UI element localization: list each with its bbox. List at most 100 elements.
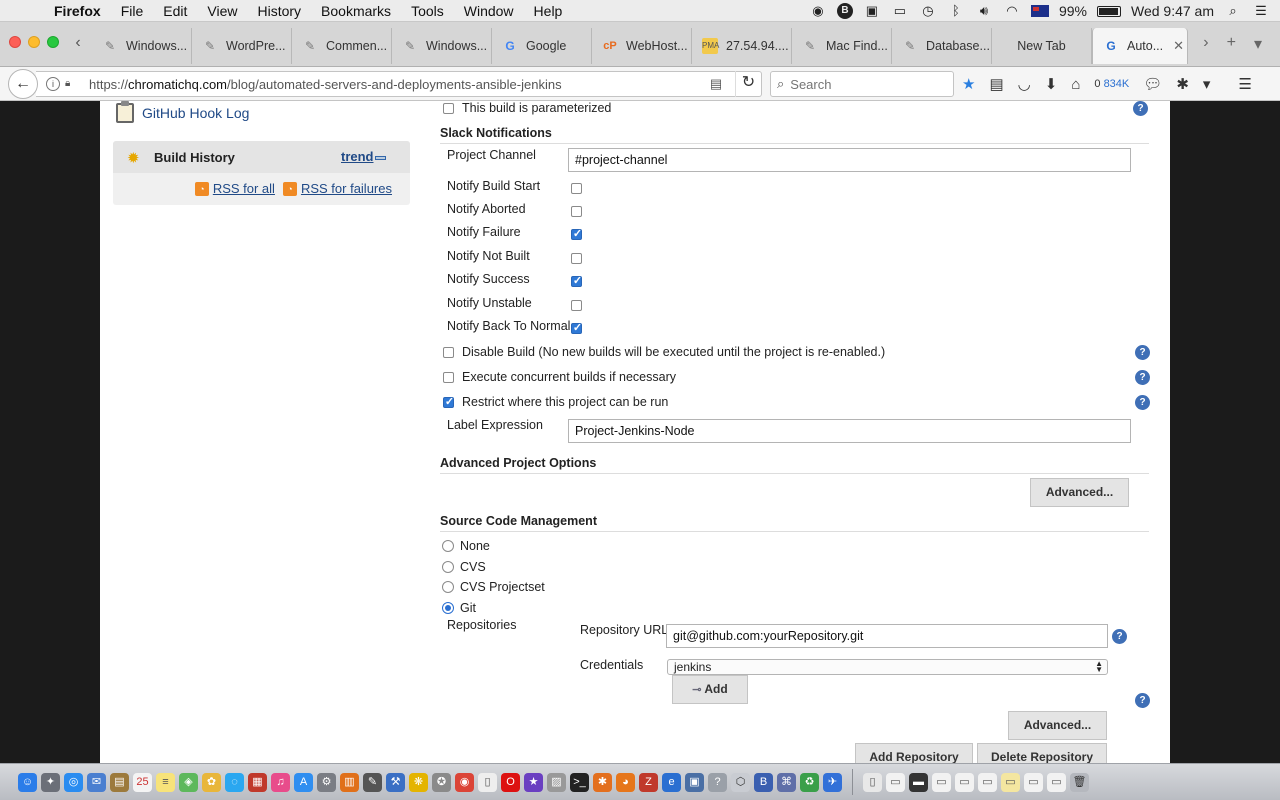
- search-input[interactable]: [790, 76, 941, 92]
- search-bar[interactable]: ⌕: [770, 71, 954, 97]
- tab[interactable]: PMA 27.54.94....: [692, 28, 792, 64]
- safari-icon[interactable]: ◎: [64, 772, 83, 792]
- app-icon[interactable]: ✱: [593, 772, 612, 792]
- utility-icon[interactable]: ✎: [363, 772, 382, 792]
- tab[interactable]: cP WebHost...: [592, 28, 692, 64]
- app-store-icon[interactable]: A: [294, 772, 313, 792]
- credentials-select[interactable]: jenkins ▲ ▼: [667, 659, 1108, 675]
- extension-counter[interactable]: 0 834K: [1094, 78, 1129, 90]
- site-info-icon[interactable]: i: [46, 77, 60, 91]
- document-icon[interactable]: ▯: [863, 772, 882, 792]
- trend-link[interactable]: trend: [341, 149, 374, 164]
- minimized-window-icon[interactable]: ▬: [909, 772, 928, 792]
- tabs-scroll-right-icon[interactable]: ›: [1203, 34, 1208, 54]
- scm-git-radio[interactable]: [442, 602, 454, 614]
- wifi-icon[interactable]: ◠: [1003, 3, 1021, 19]
- tab[interactable]: G Google: [492, 28, 592, 64]
- repository-url-input[interactable]: git@github.com:yourRepository.git: [666, 624, 1108, 648]
- minimized-window-icon[interactable]: ▭: [978, 772, 997, 792]
- trash-icon[interactable]: 🗑︎: [1070, 772, 1089, 792]
- minimized-window-icon[interactable]: ▭: [1001, 772, 1020, 792]
- scm-cvs-projectset-radio[interactable]: [442, 581, 454, 593]
- window-close-button[interactable]: [9, 36, 21, 48]
- messages-icon[interactable]: ◌: [225, 772, 244, 792]
- collapse-icon[interactable]: [375, 156, 386, 160]
- extension-icon[interactable]: ✱: [1176, 75, 1189, 93]
- terminal-icon[interactable]: >_: [570, 772, 589, 792]
- clock[interactable]: Wed 9:47 am: [1131, 3, 1214, 19]
- tab[interactable]: ✎ Mac Find...: [792, 28, 892, 64]
- spotlight-search-icon[interactable]: ⌕: [1224, 3, 1242, 19]
- help-icon[interactable]: ?: [1135, 395, 1150, 410]
- github-hook-log-label[interactable]: GitHub Hook Log: [142, 105, 249, 121]
- status-lastpass-icon[interactable]: ▣: [863, 3, 881, 19]
- ibooks-icon[interactable]: ▥: [340, 772, 359, 792]
- help-viewer-icon[interactable]: ?: [708, 772, 727, 792]
- finder-icon[interactable]: ☺: [18, 772, 37, 792]
- tab[interactable]: ✎ Windows...: [392, 28, 492, 64]
- delete-repository-button[interactable]: Delete Repository: [977, 743, 1107, 763]
- launchpad-icon[interactable]: ✦: [41, 772, 60, 792]
- concurrent-builds-checkbox[interactable]: [443, 372, 454, 383]
- bookmarks-menu-icon[interactable]: ▤: [989, 75, 1003, 93]
- menu-window[interactable]: Window: [454, 3, 524, 19]
- menu-app-firefox[interactable]: Firefox: [44, 3, 111, 19]
- restrict-node-checkbox[interactable]: [443, 395, 455, 408]
- app-icon[interactable]: ⌘: [777, 772, 796, 792]
- xcode-icon[interactable]: ⚒: [386, 772, 405, 792]
- status-app-icon[interactable]: ◉: [809, 3, 827, 19]
- minimized-window-icon[interactable]: ▭: [886, 772, 905, 792]
- minimized-window-icon[interactable]: ▭: [1024, 772, 1043, 792]
- edge-icon[interactable]: e: [662, 772, 681, 792]
- tab[interactable]: ✎ Database...: [892, 28, 992, 64]
- menu-bookmarks[interactable]: Bookmarks: [311, 3, 401, 19]
- battery-icon[interactable]: [1096, 5, 1121, 17]
- help-icon[interactable]: ?: [1135, 345, 1150, 360]
- filezilla-icon[interactable]: Z: [639, 772, 658, 792]
- opera-icon[interactable]: O: [501, 772, 520, 792]
- minimized-window-icon[interactable]: ▭: [1047, 772, 1066, 792]
- help-icon[interactable]: ?: [1135, 370, 1150, 385]
- chat-icon[interactable]: 💬︎: [1143, 75, 1162, 93]
- scm-none-radio[interactable]: [442, 540, 454, 552]
- app-b-icon[interactable]: B: [754, 772, 773, 792]
- rss-for-all-link[interactable]: RSS for all: [213, 181, 275, 196]
- menu-file[interactable]: File: [111, 3, 154, 19]
- itunes-icon[interactable]: ♫: [271, 772, 290, 792]
- new-tab-icon[interactable]: +: [1227, 34, 1236, 54]
- preview-icon[interactable]: ▨: [547, 772, 566, 792]
- chrome-icon[interactable]: ◉: [455, 772, 474, 792]
- reload-icon[interactable]: ↻: [735, 71, 761, 97]
- menu-view[interactable]: View: [197, 3, 247, 19]
- notify-aborted-checkbox[interactable]: [571, 206, 582, 217]
- minimized-window-icon[interactable]: ▭: [932, 772, 951, 792]
- menu-tools[interactable]: Tools: [401, 3, 454, 19]
- menu-help[interactable]: Help: [524, 3, 573, 19]
- input-source-flag-icon[interactable]: [1030, 5, 1049, 17]
- tab[interactable]: New Tab: [992, 28, 1092, 64]
- parameterized-checkbox[interactable]: [443, 103, 454, 114]
- bookmark-star-icon[interactable]: ★: [962, 75, 975, 93]
- calendar-icon[interactable]: 25: [133, 772, 152, 792]
- textedit-icon[interactable]: ▯: [478, 772, 497, 792]
- menu-edit[interactable]: Edit: [153, 3, 197, 19]
- tab[interactable]: ✎ Commen...: [292, 28, 392, 64]
- lock-icon[interactable]: 🔒︎: [65, 78, 77, 90]
- app-icon[interactable]: ▣: [685, 772, 704, 792]
- downloads-icon[interactable]: ⬇: [1045, 75, 1058, 93]
- rss-for-failures-link[interactable]: RSS for failures: [301, 181, 392, 196]
- firefox-icon[interactable]: ◕: [616, 772, 635, 792]
- advanced-button[interactable]: Advanced...: [1030, 478, 1129, 507]
- extension-menu-icon[interactable]: ▾: [1203, 75, 1211, 93]
- tab[interactable]: ✎ WordPre...: [192, 28, 292, 64]
- help-icon[interactable]: ?: [1135, 693, 1150, 708]
- url-bar[interactable]: i 🔒︎ https://chromatichq.com/blog/automa…: [36, 71, 762, 97]
- add-credentials-button[interactable]: ⊸ Add: [672, 675, 748, 704]
- reader-view-icon[interactable]: ▤: [707, 76, 725, 92]
- pocket-icon[interactable]: ◡: [1018, 75, 1031, 93]
- add-repository-button[interactable]: Add Repository: [855, 743, 973, 763]
- hamburger-menu-icon[interactable]: ☰: [1238, 75, 1251, 93]
- tab[interactable]: ✎ Windows...: [92, 28, 192, 64]
- system-preferences-icon[interactable]: ⚙: [317, 772, 336, 792]
- window-zoom-button[interactable]: [47, 36, 59, 48]
